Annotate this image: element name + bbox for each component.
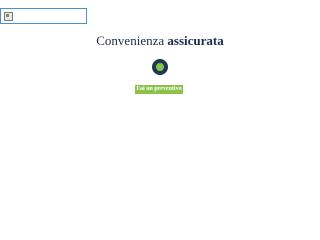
image-placeholder bbox=[0, 8, 87, 24]
headline: Convenienza assicurata bbox=[0, 33, 320, 49]
headline-light-text: Convenienza bbox=[96, 33, 165, 48]
page: Convenienza assicurata Fai un preventivo bbox=[0, 0, 320, 240]
quote-button[interactable]: Fai un preventivo bbox=[135, 85, 183, 94]
broken-image-icon bbox=[4, 12, 13, 21]
headline-bold-text: assicurata bbox=[167, 33, 224, 48]
ring-logo-icon bbox=[152, 59, 168, 75]
